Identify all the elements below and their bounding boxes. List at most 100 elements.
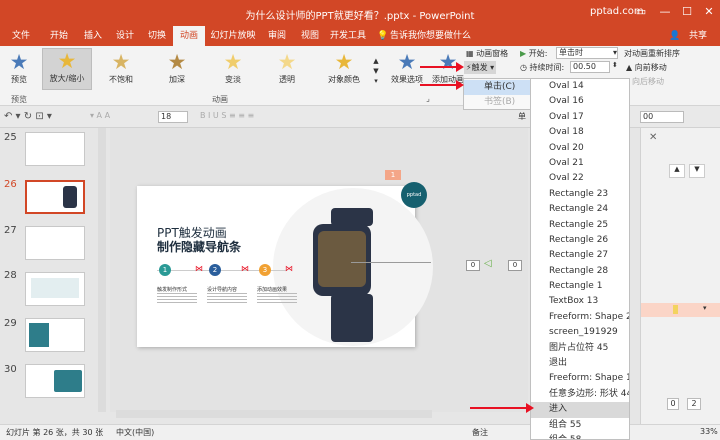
preview-button[interactable]: ★ 预览 <box>4 50 34 85</box>
tab-developer[interactable]: 开发工具 <box>328 26 368 46</box>
slide-thumbnail-26[interactable] <box>25 180 85 214</box>
thumbnail-scrollbar[interactable] <box>98 128 106 412</box>
effect-lighten[interactable]: ★ 变淡 <box>208 50 258 85</box>
object-list-item[interactable]: Rectangle 23 <box>531 187 629 202</box>
duration-value: 00.50 <box>573 62 596 71</box>
slide-number: 29 <box>4 318 17 329</box>
object-list-item[interactable]: screen_191929 <box>531 325 629 340</box>
chevron-down-icon[interactable]: ▾ <box>703 304 707 312</box>
tell-me-search[interactable]: 告诉我你想要做什么 <box>390 26 480 46</box>
menu-item-on-bookmark[interactable]: 书签(B) <box>464 95 530 110</box>
delay-value: 00 <box>643 112 654 121</box>
move-down-icon[interactable]: ▼ <box>689 164 705 178</box>
title-bar: 为什么设计师的PPT就更好看？.pptx - PowerPoint pptad.… <box>0 0 720 26</box>
tab-file[interactable]: 文件 <box>6 26 36 46</box>
menu-item-on-click[interactable]: 单击(C) <box>464 80 530 95</box>
object-list-item[interactable]: 组合 58 <box>531 433 629 439</box>
selected-animation-row[interactable]: ▾ <box>641 303 720 317</box>
move-later-button[interactable]: 向后移动 <box>632 76 664 87</box>
object-list-item[interactable]: Oval 16 <box>531 94 629 109</box>
object-list-item[interactable]: Oval 17 <box>531 110 629 125</box>
effect-zoom[interactable]: ★ 放大/缩小 <box>42 48 92 90</box>
animation-badge[interactable]: 1 <box>385 170 401 180</box>
object-list-item[interactable]: Oval 20 <box>531 141 629 156</box>
minimize-icon[interactable]: — <box>655 3 675 21</box>
ribbon-display-icon[interactable]: ▭ <box>631 3 651 21</box>
font-style-icon: B I U S ≡ ≡ ≡ <box>200 111 255 120</box>
object-list-item[interactable]: Rectangle 24 <box>531 202 629 217</box>
object-list-item[interactable]: Freeform: Shape 21 <box>531 310 629 325</box>
tab-transitions[interactable]: 切换 <box>142 26 172 46</box>
slide-thumbnail-30[interactable] <box>25 364 85 398</box>
object-list-item[interactable]: Oval 21 <box>531 156 629 171</box>
tab-view[interactable]: 视图 <box>295 26 325 46</box>
object-list-item[interactable]: Oval 14 <box>531 79 629 94</box>
trigger-button[interactable]: ⚡触发 ▾ <box>464 61 497 74</box>
zoom-level[interactable]: 33% <box>700 427 718 436</box>
timeline-number: 0 <box>667 398 679 410</box>
tab-animations[interactable]: 动画 <box>173 26 205 46</box>
object-list-item[interactable]: Oval 22 <box>531 171 629 186</box>
slide-thumbnail-27[interactable] <box>25 226 85 260</box>
step-desc <box>257 293 297 303</box>
delay-input[interactable]: 00 <box>640 111 684 123</box>
share-button[interactable]: 共享 <box>683 26 713 46</box>
timing-bar <box>673 305 678 314</box>
object-list-item[interactable]: Rectangle 1 <box>531 279 629 294</box>
step-desc <box>157 293 197 303</box>
duration-spinner-icon[interactable]: ⬍ <box>612 61 618 69</box>
effect-desaturate[interactable]: ★ 不饱和 <box>96 50 146 85</box>
move-up-icon[interactable]: ▲ <box>669 164 685 178</box>
marker-box[interactable]: 0 <box>508 260 522 271</box>
object-list-item[interactable]: 退出 <box>531 356 629 371</box>
close-icon[interactable]: ✕ <box>649 132 657 143</box>
gallery-scroll-icon[interactable]: ▲ ▼ ▾ <box>372 56 380 86</box>
star-icon: ★ <box>167 50 187 74</box>
object-list-item[interactable]: 任意多边形: 形状 44 <box>531 387 629 402</box>
object-list-item[interactable]: Rectangle 28 <box>531 264 629 279</box>
clock-icon: ◷ <box>520 63 530 72</box>
effect-darken[interactable]: ★ 加深 <box>152 50 202 85</box>
animation-pane-button[interactable]: ▦ 动画窗格 <box>466 48 508 59</box>
tab-slideshow[interactable]: 幻灯片放映 <box>208 26 258 46</box>
start-select[interactable]: 单击时 ▾ <box>556 47 618 59</box>
watch-screen <box>318 231 366 287</box>
effect-object-color[interactable]: ★ 对象颜色 <box>316 50 372 85</box>
effect-label: 加深 <box>169 75 185 84</box>
slide-thumbnail-28[interactable] <box>25 272 85 306</box>
animation-pane-label: 动画窗格 <box>476 49 509 58</box>
tab-insert[interactable]: 插入 <box>78 26 108 46</box>
marker-box[interactable]: 0 <box>466 260 480 271</box>
duration-row: ◷ 持续时间: <box>520 62 564 73</box>
notes-button[interactable]: 备注 <box>472 427 488 438</box>
duration-input[interactable]: 00.50 <box>570 61 610 73</box>
close-icon[interactable]: ✕ <box>699 3 719 21</box>
object-list-item[interactable]: Rectangle 26 <box>531 233 629 248</box>
move-earlier-button[interactable]: ▲ 向前移动 <box>626 62 667 73</box>
object-list-item[interactable]: Oval 18 <box>531 125 629 140</box>
effect-transparency[interactable]: ★ 透明 <box>262 50 312 85</box>
object-list-item[interactable]: Rectangle 27 <box>531 248 629 263</box>
step-label: 添加动画效果 <box>257 287 288 293</box>
undo-icon[interactable]: ↶ ▾ ↻ ⊡ ▾ <box>4 111 52 122</box>
slide-canvas: PPT触发动画 制作隐藏导航条 1 2 3 ⋈ ⋈ ⋈ 触发制作形式 设计导航内… <box>137 170 522 347</box>
language-status[interactable]: 中文(中国) <box>116 427 154 438</box>
slide-number: 26 <box>4 179 17 190</box>
object-list-item[interactable]: 组合 55 <box>531 418 629 433</box>
maximize-icon[interactable]: ☐ <box>677 3 697 21</box>
horizontal-scrollbar[interactable] <box>116 410 432 418</box>
object-list-item[interactable]: 图片占位符 45 <box>531 341 629 356</box>
slide-thumbnail-29[interactable] <box>25 318 85 352</box>
tab-review[interactable]: 审阅 <box>262 26 292 46</box>
step-circle: 2 <box>209 264 221 276</box>
object-list-item[interactable]: TextBox 13 <box>531 294 629 309</box>
timeline-number: 2 <box>687 398 701 410</box>
object-list-item[interactable]: Rectangle 25 <box>531 218 629 233</box>
dialog-launcher-icon[interactable]: ⌟ <box>420 94 436 103</box>
tab-design[interactable]: 设计 <box>110 26 140 46</box>
slide-thumbnail-25[interactable] <box>25 132 85 166</box>
object-list-item[interactable]: 进入 <box>531 402 629 418</box>
object-list-item[interactable]: Freeform: Shape 10 <box>531 371 629 386</box>
tab-home[interactable]: 开始 <box>44 26 74 46</box>
font-size-input[interactable]: 18 <box>158 111 188 123</box>
